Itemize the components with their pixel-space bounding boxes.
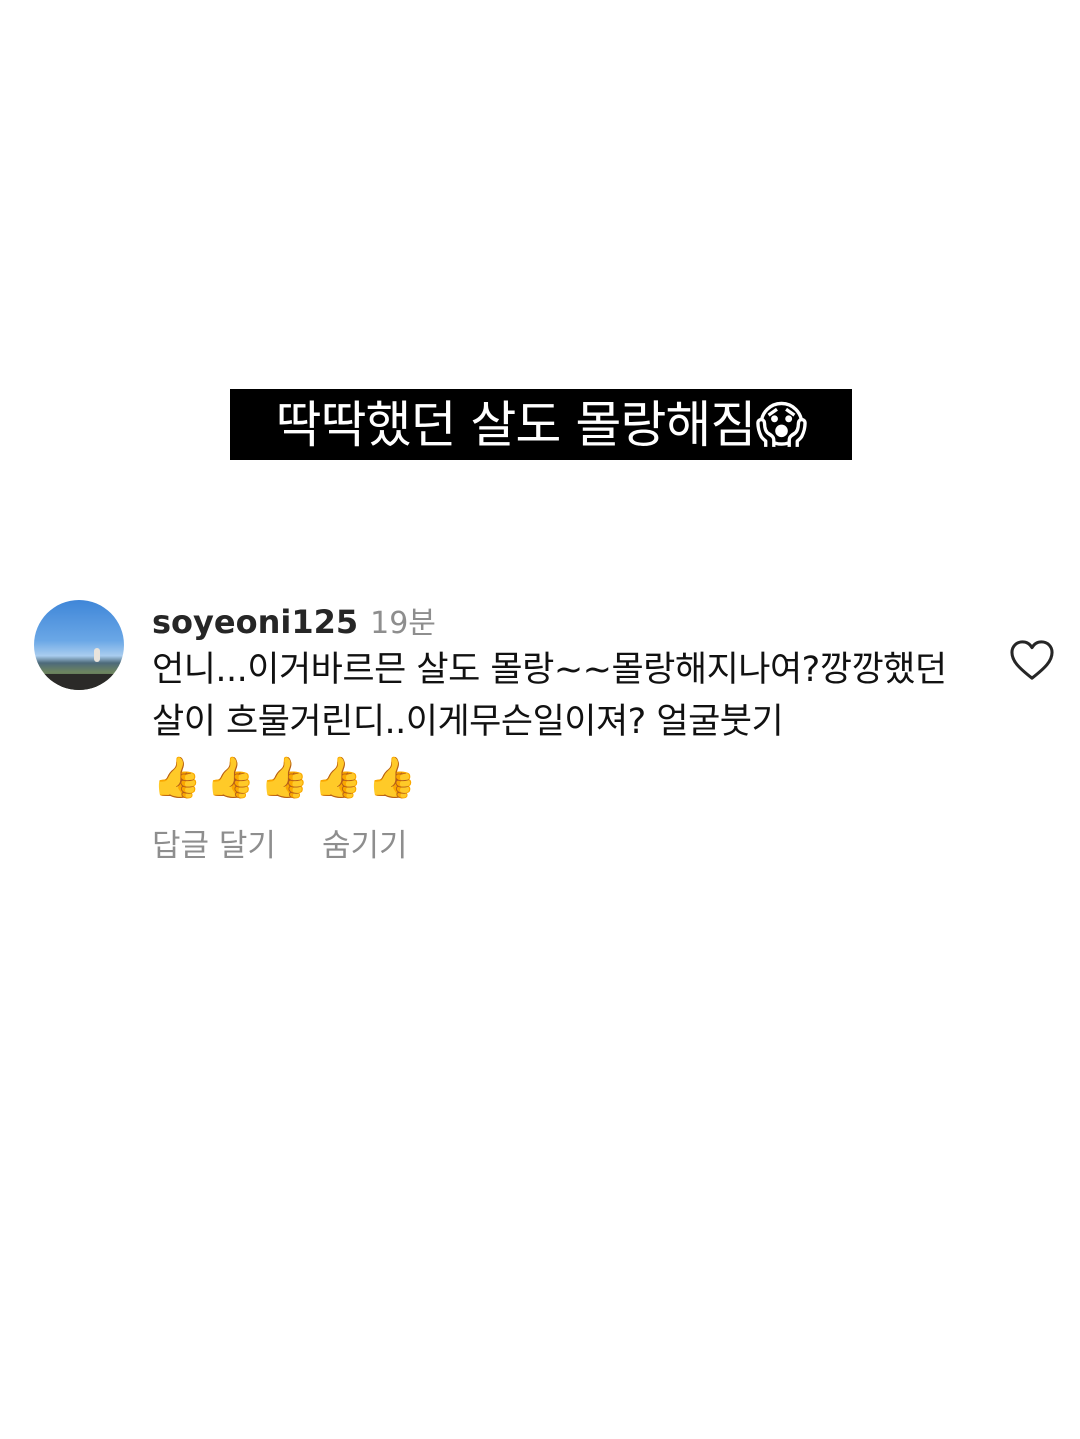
comment-body: 언니...이거바르믄 살도 몰랑~~몰랑해지나여?깡깡했던살이 흐물거린디..이…: [152, 644, 952, 808]
heart-outline-icon[interactable]: [1009, 639, 1055, 681]
avatar[interactable]: [34, 600, 124, 690]
reply-button[interactable]: 답글 달기: [152, 820, 276, 865]
comment-timestamp: 19분: [370, 606, 436, 641]
comment: soyeoni125 19분 언니...이거바르믄 살도 몰랑~~몰랑해지나여?…: [152, 598, 972, 865]
hide-button[interactable]: 숨기기: [322, 820, 408, 865]
story-caption-box: 딱딱했던 살도 몰랑해짐😱: [230, 389, 852, 460]
story-caption-text: 딱딱했던 살도 몰랑해짐😱: [275, 395, 808, 454]
comment-meta: soyeoni125 19분: [152, 598, 972, 641]
avatar-ground: [34, 674, 124, 690]
comment-emojis: 👍👍👍👍👍: [152, 755, 422, 801]
comment-username[interactable]: soyeoni125: [152, 603, 358, 641]
comment-actions: 답글 달기 숨기기: [152, 820, 972, 865]
avatar-person-figure: [94, 648, 100, 662]
comment-text: 언니...이거바르믄 살도 몰랑~~몰랑해지나여?깡깡했던살이 흐물거린디..이…: [152, 650, 947, 742]
